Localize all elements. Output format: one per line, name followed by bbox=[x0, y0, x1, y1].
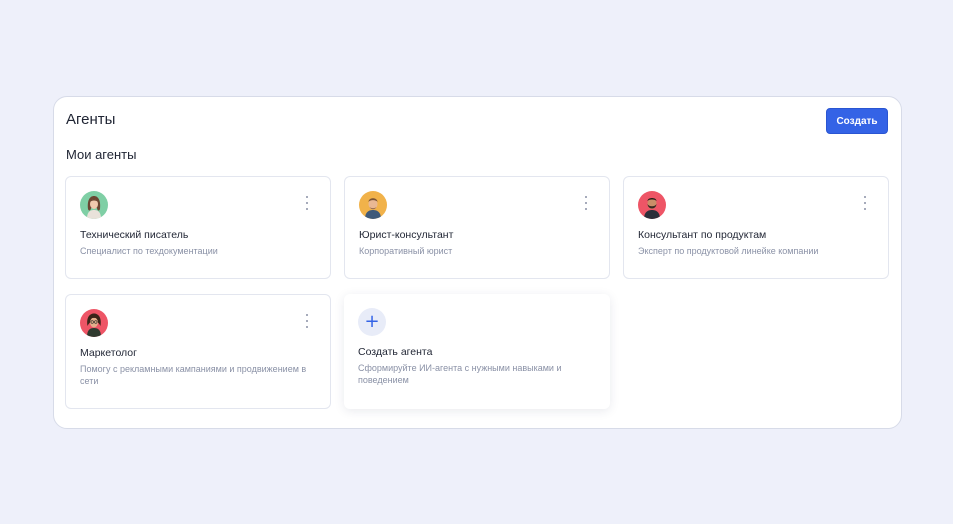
agent-name: Технический писатель bbox=[80, 229, 189, 241]
page-title: Агенты bbox=[66, 111, 116, 128]
create-agent-card[interactable]: + Создать агента Сформируйте ИИ-агента с… bbox=[344, 294, 610, 409]
woman-avatar-icon bbox=[80, 191, 108, 219]
more-options-icon[interactable] bbox=[860, 196, 870, 210]
more-options-icon[interactable] bbox=[302, 196, 312, 210]
section-title: Мои агенты bbox=[66, 147, 137, 162]
more-options-icon[interactable] bbox=[302, 314, 312, 328]
agent-card[interactable]: Технический писатель Специалист по техдо… bbox=[65, 176, 331, 279]
create-button[interactable]: Создать bbox=[826, 108, 888, 134]
agent-description: Специалист по техдокументации bbox=[80, 246, 218, 256]
agent-description: Помогу с рекламными кампаниями и продвиж… bbox=[80, 364, 307, 386]
agent-name: Консультант по продуктам bbox=[638, 229, 767, 241]
create-agent-description: Сформируйте ИИ-агента с нужными навыками… bbox=[358, 363, 562, 385]
agent-card[interactable]: Юрист-консультант Корпоративный юрист bbox=[344, 176, 610, 279]
woman-glasses-avatar-icon bbox=[80, 309, 108, 337]
bearded-man-avatar-icon bbox=[638, 191, 666, 219]
agent-description: Корпоративный юрист bbox=[359, 246, 453, 256]
create-agent-title: Создать агента bbox=[358, 346, 433, 358]
agent-name: Маркетолог bbox=[80, 347, 137, 359]
agent-name: Юрист-консультант bbox=[359, 229, 454, 241]
more-options-icon[interactable] bbox=[581, 196, 591, 210]
agent-card[interactable]: Маркетолог Помогу с рекламными кампаниям… bbox=[65, 294, 331, 409]
agents-panel: Агенты Создать Мои агенты Технический пи… bbox=[53, 96, 902, 429]
agent-card[interactable]: Консультант по продуктам Эксперт по прод… bbox=[623, 176, 889, 279]
man-avatar-icon bbox=[359, 191, 387, 219]
agent-description: Эксперт по продуктовой линейке компании bbox=[638, 246, 819, 256]
plus-icon[interactable]: + bbox=[358, 308, 386, 336]
